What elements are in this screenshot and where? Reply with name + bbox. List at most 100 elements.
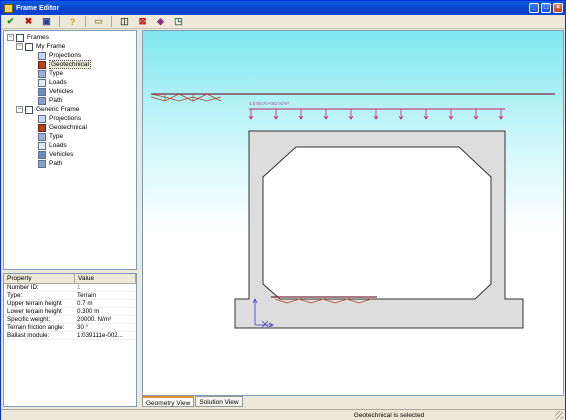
vehicles-icon: [38, 150, 46, 159]
frames-tree: − Frames − My Frame Projections Geotechn…: [3, 30, 137, 270]
resize-grip-icon[interactable]: [555, 411, 563, 419]
vehicles-icon: [38, 87, 46, 96]
tree-item-label: Generic Frame: [36, 106, 80, 113]
frame-editor-window: Frame Editor _ □ × ✔ ✖ ▣ ? ▭ ◫ ⊠ ◈ ◳ − F…: [0, 0, 566, 420]
paste-icon[interactable]: ◳: [173, 16, 184, 27]
path-icon: [38, 159, 46, 168]
tree-item-label: Vehicles: [49, 151, 74, 158]
toolbar-separator: [59, 16, 60, 27]
toolbar: ✔ ✖ ▣ ? ▭ ◫ ⊠ ◈ ◳: [1, 15, 565, 29]
tree-item-vehicles[interactable]: Vehicles: [38, 150, 73, 159]
tree-item-label: Geotechnical: [49, 124, 87, 131]
tree-item-my-frame[interactable]: − My Frame: [16, 42, 65, 51]
tree-item-label: Type: [49, 70, 64, 77]
geotechnical-icon: [38, 123, 46, 132]
loads-icon: [38, 141, 46, 150]
tree-item-label: Vehicles: [49, 88, 74, 95]
property-value: 30 °: [77, 324, 89, 331]
frame-inner-opening: [262, 146, 492, 300]
frame-drawing: 4.57547e+002 N/m²: [150, 93, 555, 329]
property-row[interactable]: Specific weight: 20000. N/m³: [4, 316, 136, 324]
collapse-icon[interactable]: −: [7, 34, 14, 41]
property-row[interactable]: Type: Terrain: [4, 292, 136, 300]
tree-root-label: Frames: [27, 34, 50, 41]
property-value: 0.7 m: [77, 300, 93, 307]
tree-item-type[interactable]: Type: [38, 69, 63, 78]
close-button[interactable]: ×: [553, 3, 563, 13]
status-text: Geotechnical is selected: [353, 412, 425, 419]
cancel-icon[interactable]: ✖: [23, 16, 34, 27]
type-icon: [38, 132, 46, 141]
frame-icon: [25, 105, 33, 114]
copy-icon[interactable]: ◫: [119, 16, 130, 27]
value-column-header[interactable]: Value: [75, 274, 136, 283]
tree-item-vehicles[interactable]: Vehicles: [38, 87, 73, 96]
property-key: Number ID:: [7, 284, 39, 291]
property-row[interactable]: Lower terrain height 0.300 m: [4, 308, 136, 316]
property-value: 20000. N/m³: [77, 316, 112, 323]
tree-item-label: Geotechnical: [49, 60, 91, 69]
property-key: Lower terrain height: [7, 308, 62, 315]
type-icon: [38, 69, 46, 78]
geometry-canvas[interactable]: 4.57547e+002 N/m²: [142, 30, 564, 396]
tree-item-generic-frame[interactable]: − Generic Frame: [16, 105, 79, 114]
tree-item-label: Projections: [49, 115, 82, 122]
load-arrows: [248, 109, 504, 120]
projections-icon: [38, 51, 46, 60]
app-icon: [4, 3, 13, 13]
properties-grid: Property Value Number ID: 1 Type: Terrai…: [3, 273, 137, 407]
property-row[interactable]: Ballast module: 1.039111e-002...: [4, 332, 136, 340]
property-value: Terrain: [77, 292, 96, 299]
tree-item-label: Loads: [49, 79, 67, 86]
maximize-button[interactable]: □: [541, 3, 551, 13]
property-row[interactable]: Number ID: 1: [4, 284, 136, 292]
frames-icon: [16, 33, 24, 42]
tab-geometry-view[interactable]: Geometry View: [142, 396, 195, 407]
projections-icon: [38, 114, 46, 123]
tab-solution-view[interactable]: Solution View: [195, 396, 243, 407]
delete-icon[interactable]: ⊠: [137, 16, 148, 27]
property-key: Type:: [7, 292, 23, 299]
help-icon[interactable]: ?: [67, 16, 78, 27]
toolbar-separator: [85, 16, 86, 27]
property-key: Terrain friction angle:: [7, 324, 65, 331]
title-bar: Frame Editor _ □ ×: [1, 1, 565, 15]
collapse-icon[interactable]: −: [16, 106, 23, 113]
load-value-label: 4.57547e+002 N/m²: [249, 101, 289, 106]
tree-item-type[interactable]: Type: [38, 132, 63, 141]
tree-root[interactable]: − Frames: [7, 33, 49, 42]
tree-item-projections[interactable]: Projections: [38, 51, 81, 60]
eraser-icon[interactable]: ◈: [155, 16, 166, 27]
tree-item-geotechnical[interactable]: Geotechnical: [38, 123, 87, 132]
tree-item-loads[interactable]: Loads: [38, 78, 67, 87]
tree-item-label: Path: [49, 160, 63, 167]
tree-item-path[interactable]: Path: [38, 96, 62, 105]
property-key: Upper terrain height: [7, 300, 62, 307]
property-row[interactable]: Terrain friction angle: 30 °: [4, 324, 136, 332]
properties-header: Property Value: [4, 274, 136, 284]
collapse-icon[interactable]: −: [16, 43, 23, 50]
status-bar: Geotechnical is selected: [1, 409, 565, 420]
tree-item-label: Projections: [49, 52, 82, 59]
property-column-header[interactable]: Property: [4, 274, 75, 283]
tree-item-geotechnical-selected[interactable]: Geotechnical: [38, 60, 91, 69]
toolbar-separator: [111, 16, 112, 27]
property-row[interactable]: Upper terrain height 0.7 m: [4, 300, 136, 308]
tree-item-label: Path: [49, 97, 63, 104]
property-value: 0.300 m: [77, 308, 100, 315]
view-tabs: Geometry View Solution View: [142, 396, 244, 408]
tree-item-loads[interactable]: Loads: [38, 141, 67, 150]
geotechnical-icon: [38, 60, 46, 69]
tree-item-label: Loads: [49, 142, 67, 149]
minimize-button[interactable]: _: [529, 3, 539, 13]
note-icon[interactable]: ▭: [93, 16, 104, 27]
tree-item-label: My Frame: [36, 43, 66, 50]
loads-icon: [38, 78, 46, 87]
frame-icon: [25, 42, 33, 51]
accept-icon[interactable]: ✔: [5, 16, 16, 27]
property-value: 1.039111e-002...: [77, 332, 123, 339]
property-value: 1: [77, 284, 81, 291]
tree-item-path[interactable]: Path: [38, 159, 62, 168]
save-icon[interactable]: ▣: [41, 16, 52, 27]
tree-item-projections[interactable]: Projections: [38, 114, 81, 123]
